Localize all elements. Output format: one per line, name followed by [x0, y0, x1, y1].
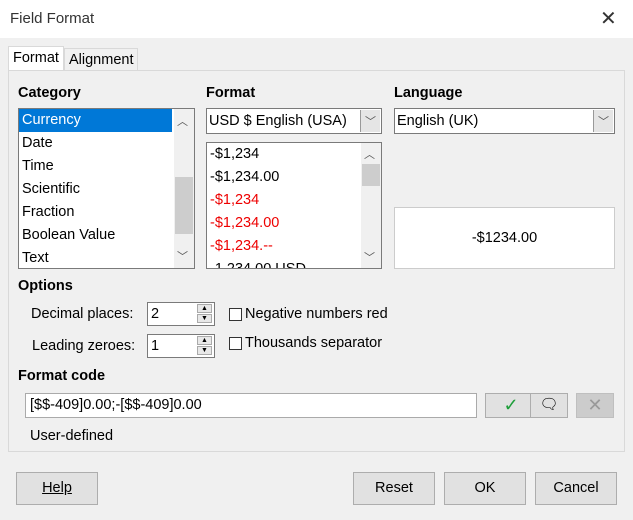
decimal-places-label: Decimal places:: [31, 306, 134, 322]
window-title: Field Format: [10, 10, 95, 27]
scroll-up-icon[interactable]: ︿: [177, 113, 188, 129]
decrement-icon[interactable]: ▼: [197, 346, 212, 355]
format-item[interactable]: -$1,234: [207, 189, 381, 212]
tab-alignment[interactable]: Alignment: [64, 48, 139, 71]
scroll-down-icon[interactable]: ﹀: [177, 248, 188, 264]
edit-comment-button[interactable]: 🗨: [530, 393, 568, 418]
format-scrollbar[interactable]: ︿ ﹀: [361, 143, 381, 268]
format-code-input[interactable]: [$$-409]0.00;-[$$-409]0.00: [25, 393, 477, 418]
delete-format-button: ✕: [576, 393, 614, 418]
scroll-thumb[interactable]: [175, 177, 193, 234]
increment-icon[interactable]: ▲: [197, 304, 212, 313]
thousands-separator-label[interactable]: Thousands separator: [245, 335, 382, 351]
cancel-button[interactable]: Cancel: [535, 472, 617, 505]
decimal-places-stepper[interactable]: 2 ▲ ▼: [147, 302, 215, 326]
language-select[interactable]: English (UK) ﹀: [394, 108, 615, 134]
negative-red-label[interactable]: Negative numbers red: [245, 306, 388, 322]
category-scrollbar[interactable]: ︿ ﹀: [174, 109, 194, 268]
delete-icon: ✕: [587, 395, 603, 415]
category-item[interactable]: Text: [19, 247, 172, 268]
format-label: Format: [206, 85, 256, 101]
category-item[interactable]: Currency: [19, 109, 172, 132]
tab-format[interactable]: Format: [8, 46, 64, 71]
category-item[interactable]: Fraction: [19, 201, 172, 224]
format-item[interactable]: -$1,234: [207, 143, 381, 166]
category-label: Category: [18, 85, 81, 101]
options-label: Options: [18, 278, 73, 294]
scroll-down-icon[interactable]: ﹀: [364, 249, 375, 265]
comment-icon: 🗨: [539, 396, 559, 413]
help-button[interactable]: Help: [16, 472, 98, 505]
format-list[interactable]: -$1,234 -$1,234.00 -$1,234 -$1,234.00 -$1,23…: [206, 142, 382, 269]
category-item[interactable]: Boolean Value: [19, 224, 172, 247]
language-label: Language: [394, 85, 463, 101]
format-item[interactable]: -$1,234.00: [207, 212, 381, 235]
reset-button[interactable]: Reset: [353, 472, 435, 505]
chevron-down-icon[interactable]: ﹀: [593, 110, 613, 132]
leading-zeroes-label: Leading zeroes:: [32, 338, 136, 354]
negative-red-checkbox[interactable]: [229, 308, 242, 321]
title-bar: [0, 0, 633, 38]
category-list[interactable]: Currency Date Time Scientific Fraction Boolea…: [18, 108, 195, 269]
format-item[interactable]: -$1,234.00: [207, 166, 381, 189]
format-code-status: User-defined: [30, 428, 114, 444]
check-icon: ✓: [503, 395, 519, 415]
decrement-icon[interactable]: ▼: [197, 314, 212, 323]
category-item[interactable]: Time: [19, 155, 172, 178]
increment-icon[interactable]: ▲: [197, 336, 212, 345]
leading-zeroes-stepper[interactable]: 1 ▲ ▼: [147, 334, 215, 358]
close-icon[interactable]: ✕: [600, 6, 617, 31]
thousands-separator-checkbox[interactable]: [229, 337, 242, 350]
scroll-up-icon[interactable]: ︿: [364, 146, 375, 162]
format-preview: -$1234.00: [394, 207, 615, 269]
format-item[interactable]: -$1,234.--: [207, 235, 381, 258]
scroll-thumb[interactable]: [362, 164, 380, 186]
category-item[interactable]: Scientific: [19, 178, 172, 201]
format-item[interactable]: -1,234.00 USD: [207, 258, 381, 268]
currency-select[interactable]: USD $ English (USA) ﹀: [206, 108, 382, 134]
format-code-label: Format code: [18, 368, 106, 384]
ok-button[interactable]: OK: [444, 472, 526, 505]
category-item[interactable]: Date: [19, 132, 172, 155]
chevron-down-icon[interactable]: ﹀: [360, 110, 380, 132]
